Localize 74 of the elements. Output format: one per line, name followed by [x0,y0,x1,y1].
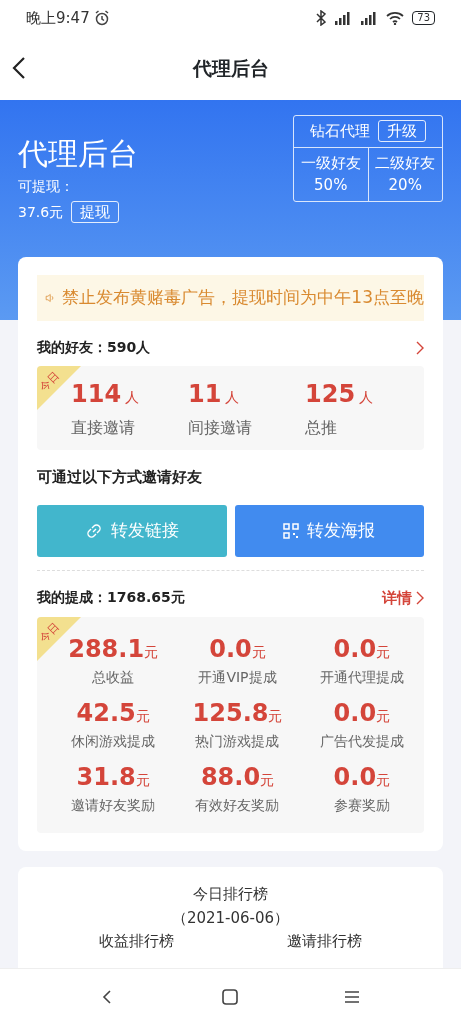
signal-icon [360,11,379,25]
commission-unit: 元 [268,708,283,724]
commission-unit: 元 [260,772,275,788]
commission-label: 开通代理提成 [318,668,405,687]
withdrawable-amount: 37.6元 [18,202,64,222]
home-icon[interactable] [221,987,240,1006]
level-name: 钻石代理 [310,121,370,142]
stat-unit: 人 [225,389,240,405]
commission-label: 休闲游戏提成 [70,732,157,751]
commission-value: 0.0 [333,763,377,791]
stat-value: 114 [71,380,122,408]
rate-label: 一级好友 [299,152,362,174]
commission-label: 参赛奖励 [332,796,391,815]
commission-value: 88.0 [200,763,261,791]
commission-value: 0.0 [333,635,377,663]
withdrawable-label: 可提现： [18,177,75,196]
chevron-right-icon[interactable] [416,340,424,355]
share-poster-button[interactable]: 转发海报 [234,504,424,557]
wifi-icon [386,11,405,25]
stat-label: 间接邀请 [188,417,253,439]
ranking-tab[interactable]: 收益排行榜 [98,932,174,952]
stat-unit: 人 [125,389,140,405]
commission-value: 42.5 [76,699,136,727]
upgrade-button[interactable]: 升级 [378,120,426,143]
commission-unit: 元 [135,772,150,788]
chevron-right-icon [416,590,424,605]
ranking-date: （2021-06-06） [170,908,291,928]
speaker-icon [45,290,55,306]
commission-unit: 元 [251,644,266,660]
withdraw-button[interactable]: 提现 [71,201,120,224]
rate-value: 20% [387,175,423,196]
commission-label: 有效好友奖励 [194,796,281,815]
section-title: 我的好友：590人 [37,338,151,357]
commission-value: 125.8 [192,699,269,727]
today-label: 今日 [37,619,63,647]
back-icon[interactable] [12,56,26,80]
ranking-tab[interactable]: 邀请排行榜 [287,932,363,952]
commission-label: 开通VIP提成 [197,668,278,687]
stat-unit: 人 [359,389,374,405]
battery-indicator: 73 [412,11,435,25]
status-time: 晚上9:47 [26,7,90,29]
notice-text: 禁止发布黄赌毒广告，提现时间为中午13点至晚 [62,286,424,310]
rate-value: 50% [313,175,349,196]
commission-unit: 元 [376,708,391,724]
alarm-clock-icon [93,10,110,26]
signal-icon [334,11,353,25]
bluetooth-icon [316,10,327,26]
commission-value: 288.1 [68,635,145,663]
commission-unit: 元 [376,772,391,788]
commission-unit: 元 [135,708,150,724]
section-title: 我的提成：1768.65元 [37,588,185,608]
stat-value: 11 [188,380,222,408]
stat-label: 直接邀请 [71,417,136,439]
page-title: 代理后台 [192,55,269,81]
commission-label: 邀请好友奖励 [70,796,157,815]
commission-value: 0.0 [333,699,377,727]
stat-label: 总推 [305,417,338,439]
rate-label: 二级好友 [374,152,437,174]
commission-value: 31.8 [76,763,136,791]
commission-value: 0.0 [209,635,252,663]
banner-title: 代理后台 [18,136,138,172]
today-label: 今日 [37,368,63,396]
qr-code-icon [283,522,300,539]
stat-value: 125 [305,380,356,408]
commission-unit: 元 [144,644,159,660]
details-link[interactable]: 详情 [382,586,424,609]
share-link-button[interactable]: 转发链接 [37,504,227,557]
commission-label: 广告代发提成 [318,732,405,751]
commission-unit: 元 [376,644,391,660]
section-title: 可通过以下方式邀请好友 [37,467,203,488]
link-icon [84,521,103,540]
ranking-title: 今日排行榜 [192,885,269,905]
commission-label: 热门游戏提成 [194,732,281,751]
commission-label: 总收益 [91,668,136,687]
